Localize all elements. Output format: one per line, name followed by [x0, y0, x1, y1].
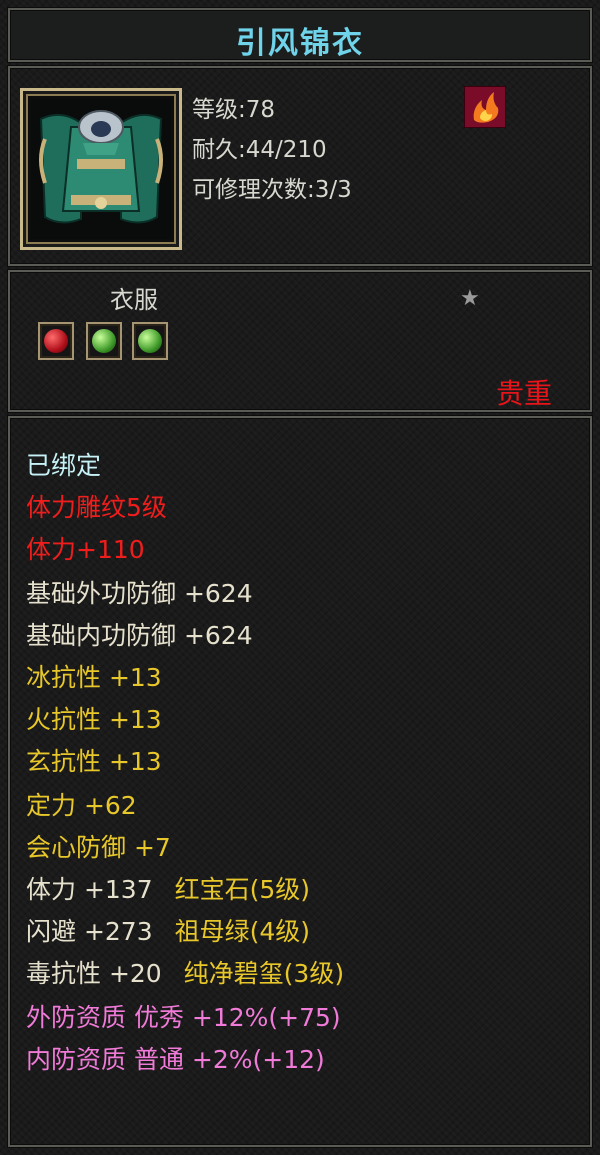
red-gem-icon: [44, 329, 68, 353]
fire-resistance: 火抗性 +13: [26, 705, 162, 734]
gem-bonus-3-stat: 毒抗性 +20: [26, 959, 162, 988]
title-bar: 引风锦衣: [8, 8, 592, 62]
gem-bonus-1-name: 红宝石(5级): [174, 875, 310, 904]
green-gem-icon: [92, 329, 116, 353]
gem-bonus-1-stat: 体力 +137: [26, 875, 153, 904]
armor-icon: [31, 99, 171, 239]
gem-socket-2[interactable]: [86, 322, 122, 360]
ice-resistance: 冰抗性 +13: [26, 663, 162, 692]
base-outer-defense: 基础外功防御 +624: [26, 579, 253, 608]
gem-bonus-1: 体力 +137 红宝石(5级): [26, 870, 310, 906]
star-icon: ★: [460, 286, 480, 311]
gem-socket-3[interactable]: [132, 322, 168, 360]
green-gem-icon: [138, 329, 162, 353]
bound-status: 已绑定: [26, 451, 102, 480]
focus-stat: 定力 +62: [26, 791, 137, 820]
fire-element-icon: [463, 85, 507, 129]
engrave-level: 体力雕纹5级: [26, 493, 167, 522]
attributes-panel: 已绑定 体力雕纹5级 体力+110 基础外功防御 +624 基础内功防御 +62…: [8, 416, 592, 1147]
level-stat: 等级:78: [192, 97, 276, 123]
item-header-panel: 等级:78 耐久:44/210 可修理次数:3/3: [8, 66, 592, 266]
item-type-panel: 衣服 ★ 贵重: [8, 270, 592, 412]
outer-defense-aptitude: 外防资质 优秀 +12%(+75): [26, 1003, 341, 1032]
gem-socket-1[interactable]: [38, 322, 74, 360]
durability-stat: 耐久:44/210: [192, 137, 327, 163]
gem-bonus-3-name: 纯净碧玺(3级): [183, 959, 345, 988]
gem-bonus-3: 毒抗性 +20 纯净碧玺(3级): [26, 954, 344, 990]
gem-bonus-2-stat: 闪避 +273: [26, 917, 153, 946]
repair-count-stat: 可修理次数:3/3: [192, 177, 352, 203]
crit-defense: 会心防御 +7: [26, 833, 171, 862]
item-tooltip: 引风锦衣 等级:78 耐久:44/210 可修理次数:3/3 衣服 ★ 贵重 已…: [0, 0, 600, 1155]
mystic-resistance: 玄抗性 +13: [26, 747, 162, 776]
engrave-bonus: 体力+110: [26, 535, 145, 564]
gem-bonus-2-name: 祖母绿(4级): [174, 917, 310, 946]
item-name: 引风锦衣: [236, 26, 364, 61]
item-category: 衣服: [110, 286, 158, 314]
base-inner-defense: 基础内功防御 +624: [26, 621, 253, 650]
rarity-label: 贵重: [495, 377, 552, 410]
gem-bonus-2: 闪避 +273 祖母绿(4级): [26, 912, 310, 948]
item-icon-frame[interactable]: [20, 88, 182, 250]
inner-defense-aptitude: 内防资质 普通 +2%(+12): [26, 1045, 325, 1074]
